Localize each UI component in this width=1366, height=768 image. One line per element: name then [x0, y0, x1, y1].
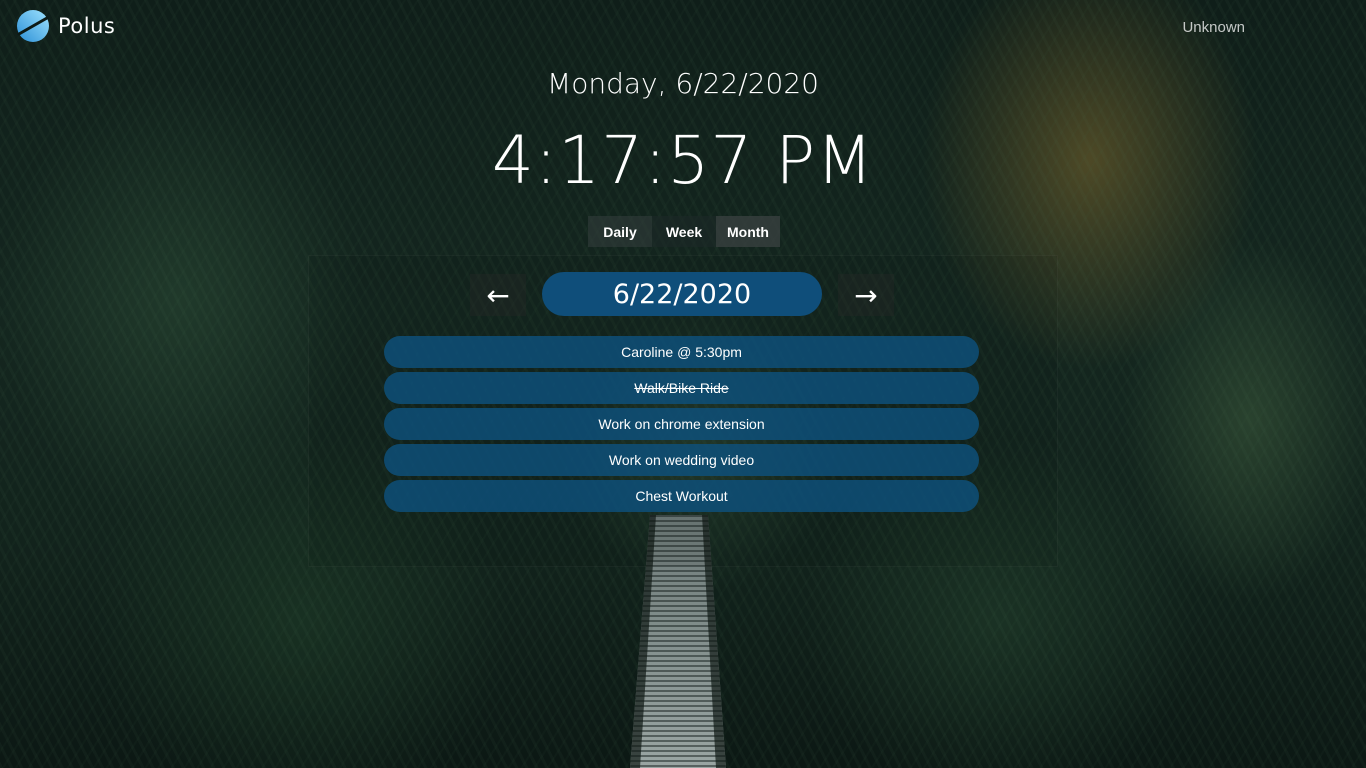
task-item-completed[interactable]: Walk/Bike Ride [384, 372, 979, 404]
task-item[interactable]: Chest Workout [384, 480, 979, 512]
task-label: Caroline @ 5:30pm [621, 344, 742, 360]
task-item[interactable]: Work on chrome extension [384, 408, 979, 440]
arrow-left-icon: ← [486, 278, 510, 312]
tab-month[interactable]: Month [716, 216, 780, 247]
user-name[interactable]: Unknown [1182, 19, 1245, 36]
view-tabs: Daily Week Month [588, 216, 780, 247]
next-date-button[interactable]: → [838, 274, 894, 316]
current-time-clock: 4:17:57 PM [491, 122, 875, 199]
bridge-image [630, 515, 726, 768]
arrow-right-icon: → [854, 278, 878, 312]
current-date-heading: Monday, 6/22/2020 [547, 67, 819, 100]
selected-date-pill[interactable]: 6/22/2020 [542, 272, 822, 316]
tab-week[interactable]: Week [652, 216, 716, 247]
task-label: Chest Workout [635, 488, 728, 504]
planet-icon [17, 10, 49, 42]
app-name: Polus [58, 14, 116, 38]
task-label: Walk/Bike Ride [634, 380, 729, 396]
app-logo[interactable]: Polus [16, 9, 115, 43]
task-list: Caroline @ 5:30pm Walk/Bike Ride Work on… [384, 336, 979, 516]
task-label: Work on wedding video [608, 452, 755, 468]
tab-daily[interactable]: Daily [588, 216, 652, 247]
prev-date-button[interactable]: ← [470, 274, 526, 316]
task-item[interactable]: Work on wedding video [384, 444, 979, 476]
task-label: Work on chrome extension [598, 416, 765, 432]
task-item[interactable]: Caroline @ 5:30pm [384, 336, 979, 368]
